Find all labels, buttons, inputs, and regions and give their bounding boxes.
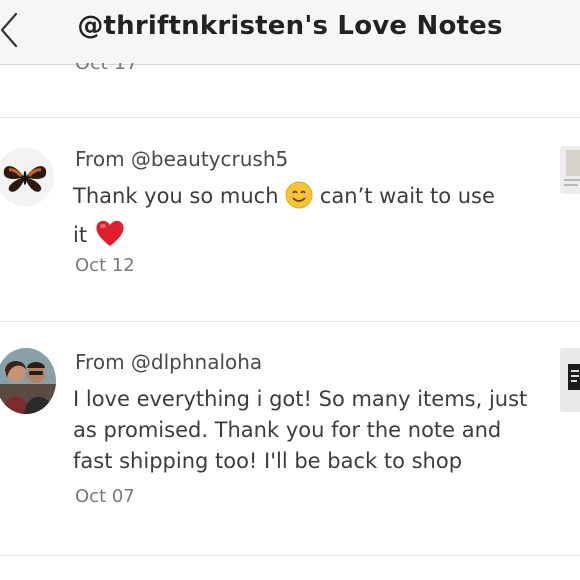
page-title: @thriftnkristen's Love Notes: [77, 11, 503, 41]
header-bar: @thriftnkristen's Love Notes: [0, 0, 580, 65]
product-image: [560, 146, 580, 194]
message-text: can’t wait to use: [319, 184, 495, 208]
message-text: it: [73, 223, 88, 247]
message-text: Thank you so much: [73, 184, 279, 208]
item-thumbnail[interactable]: [560, 348, 580, 412]
smiling-face-emoji: [285, 181, 313, 218]
note-sender[interactable]: From @beautycrush5: [75, 147, 288, 171]
profile-photo: [0, 348, 56, 414]
avatar[interactable]: [0, 348, 56, 414]
love-note-item[interactable]: From @dlphnaloha I love everything i got…: [0, 322, 580, 554]
product-image: [560, 348, 580, 412]
note-message: I love everything i got! So many items, …: [73, 387, 528, 473]
note-message: Thank you so much can’t wait to use it: [73, 181, 533, 257]
divider: [0, 555, 580, 556]
red-heart-emoji: [94, 218, 126, 257]
note-date: Oct 07: [75, 486, 135, 507]
item-thumbnail[interactable]: [560, 146, 580, 194]
note-date: Oct 12: [75, 255, 135, 276]
butterfly-icon: [0, 148, 54, 206]
love-note-item[interactable]: From @beautycrush5 Thank you so much can…: [0, 118, 580, 321]
note-sender[interactable]: From @dlphnaloha: [75, 350, 262, 374]
avatar[interactable]: [0, 148, 54, 206]
